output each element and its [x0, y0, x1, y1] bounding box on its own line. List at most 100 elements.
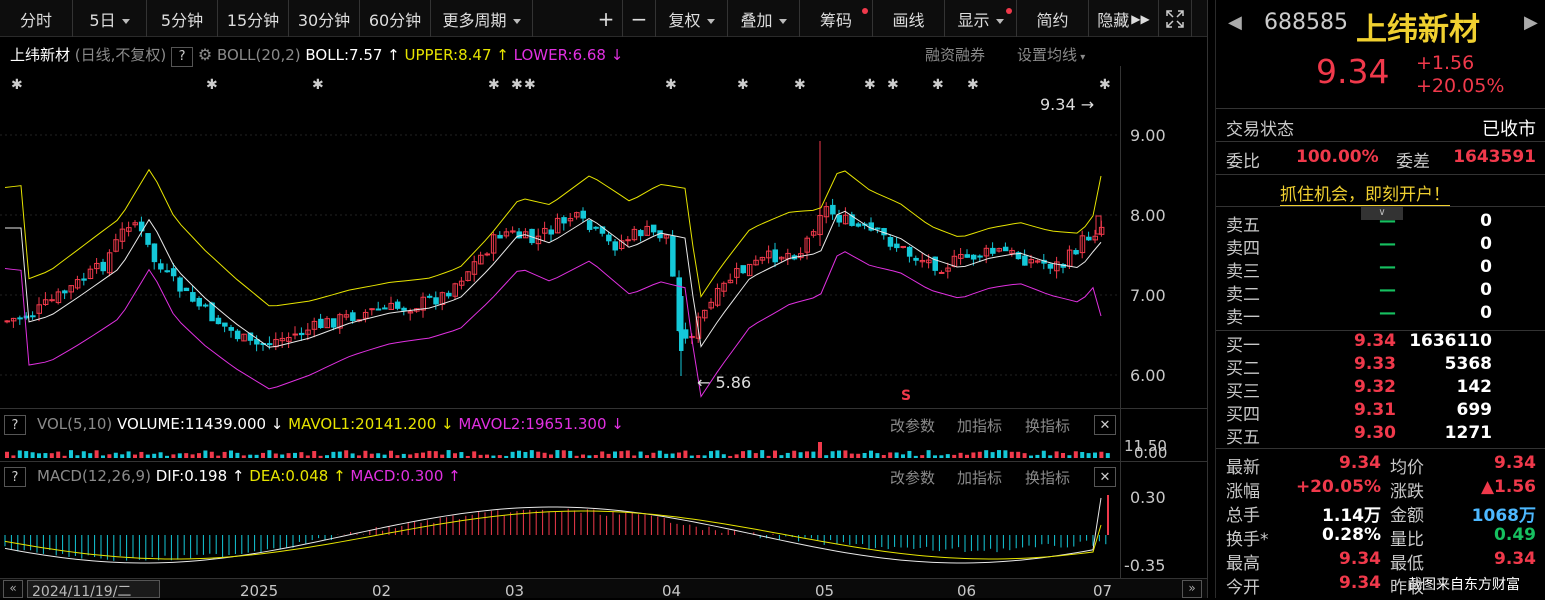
event-marker[interactable]: ✱: [864, 77, 876, 93]
event-marker[interactable]: ✱: [312, 77, 324, 93]
simple-button[interactable]: 简约: [1017, 0, 1089, 37]
volume-bar: [299, 452, 304, 458]
set-ma-button[interactable]: 设置均线 ▾: [1017, 44, 1085, 65]
hide-button[interactable]: 隐藏 ▶▶: [1089, 0, 1159, 37]
volume-bar: [728, 455, 733, 458]
ask-row-price: —: [1379, 234, 1396, 254]
volume-value: VOLUME:11439.000 ↓: [117, 415, 284, 433]
bid-row-label: 买四: [1226, 405, 1260, 425]
boll-value-text: BOLL:7.57: [305, 46, 383, 64]
volume-bar: [965, 454, 969, 458]
display-button[interactable]: 显示: [945, 0, 1017, 37]
zoom-in-button[interactable]: +: [590, 0, 623, 37]
event-marker[interactable]: ✱: [665, 77, 677, 93]
macd-indicator-name[interactable]: MACD(12,26,9): [37, 467, 151, 485]
open-account-link[interactable]: 抓住机会，即刻开户！: [1280, 180, 1450, 206]
stats-value: 9.34: [1339, 453, 1381, 473]
vol-switch-indicator-button[interactable]: 换指标: [1025, 415, 1070, 436]
volume-bar: [1067, 455, 1072, 458]
event-marker[interactable]: ✱: [967, 77, 979, 93]
panel-divider: [1207, 0, 1208, 598]
x-axis-label: 02: [372, 582, 392, 600]
period-15min[interactable]: 15分钟: [218, 0, 289, 37]
next-stock-icon[interactable]: ▶: [1524, 12, 1538, 33]
vol-add-indicator-button[interactable]: 加指标: [957, 415, 1002, 436]
candle-body: [830, 204, 836, 215]
period-60min[interactable]: 60分钟: [360, 0, 431, 37]
volume-bar: [158, 452, 163, 458]
event-marker[interactable]: ✱: [794, 77, 806, 93]
macd-close-icon[interactable]: ✕: [1094, 467, 1116, 487]
volume-bar: [753, 453, 758, 458]
period-5min[interactable]: 5分钟: [147, 0, 218, 37]
event-marker[interactable]: ✱: [932, 77, 944, 93]
volume-bar: [1099, 451, 1104, 458]
boll-indicator-name[interactable]: BOLL(20,2): [217, 46, 301, 64]
event-marker[interactable]: ✱: [887, 77, 899, 93]
fullscreen-button[interactable]: [1159, 0, 1192, 37]
bid-row-label: 买二: [1226, 359, 1260, 379]
scroll-right-icon[interactable]: »: [1182, 580, 1202, 598]
help-button[interactable]: ?: [171, 46, 194, 67]
period-5day[interactable]: 5日: [73, 0, 147, 37]
volume-bar: [689, 455, 694, 458]
vol-change-params-button[interactable]: 改参数: [890, 415, 935, 436]
volume-bar: [907, 450, 912, 458]
candle-body: [970, 254, 977, 260]
x-axis-label: 07: [1093, 582, 1113, 600]
volume-bar: [843, 450, 848, 458]
event-marker[interactable]: ✱: [1099, 77, 1111, 93]
candle-body: [1095, 215, 1102, 235]
event-marker[interactable]: ✱: [11, 77, 23, 93]
draw-line-button[interactable]: 画线: [873, 0, 945, 37]
overlay-button[interactable]: 叠加: [728, 0, 800, 37]
event-marker[interactable]: ✱: [488, 77, 500, 93]
volume-bar: [401, 453, 406, 458]
volume-bar: [94, 450, 99, 458]
zoom-out-button[interactable]: −: [623, 0, 656, 37]
event-marker[interactable]: ✱: [511, 77, 523, 93]
volume-bar: [657, 450, 662, 458]
macd-switch-indicator-button[interactable]: 换指标: [1025, 467, 1070, 488]
volume-bar: [5, 451, 9, 458]
volume-bar: [11, 455, 16, 458]
period-more[interactable]: 更多周期: [431, 0, 533, 37]
stock-code: 688585: [1264, 10, 1348, 35]
adjust-button[interactable]: 复权: [656, 0, 728, 37]
divider: [1216, 206, 1545, 207]
scroll-left-icon[interactable]: «: [3, 580, 23, 598]
candlestick-chart[interactable]: ✱ ✱ ✱ ✱ ✱ ✱ ✱ ✱ ✱ ✱ ✱ ✱ ✱ ✱: [0, 66, 1207, 408]
bid-row-price: 9.30: [1354, 423, 1396, 443]
volume-bar: [901, 454, 905, 458]
volume-bar: [824, 455, 829, 458]
macd-change-params-button[interactable]: 改参数: [890, 467, 935, 488]
volume-bar: [113, 452, 118, 458]
quote-panel: ◀ 688585 上纬新材 ▶ 9.34 +1.56 +20.05% 交易状态 …: [1215, 0, 1545, 598]
volume-bar: [849, 453, 854, 458]
vol-indicator-name[interactable]: VOL(5,10): [37, 415, 112, 433]
event-marker[interactable]: ✱: [206, 77, 218, 93]
volume-bar: [75, 455, 80, 458]
gear-icon[interactable]: ⚙: [198, 45, 212, 64]
period-30min[interactable]: 30分钟: [289, 0, 360, 37]
stats-label: 昨收: [1390, 578, 1424, 598]
margin-trading-link[interactable]: 融资融券: [925, 44, 985, 65]
chips-button[interactable]: 筹码: [800, 0, 873, 37]
x-axis-label: 04: [662, 582, 682, 600]
prev-stock-icon[interactable]: ◀: [1228, 12, 1242, 33]
x-axis-label: 03: [505, 582, 525, 600]
volume-bar: [600, 451, 605, 458]
vol-close-icon[interactable]: ✕: [1094, 415, 1116, 435]
candle-body: [164, 270, 170, 273]
macd-add-indicator-button[interactable]: 加指标: [957, 467, 1002, 488]
volume-bar: [529, 450, 534, 458]
period-timeshare[interactable]: 分时: [0, 0, 73, 37]
macd-axis-top: 0.30: [1130, 488, 1166, 507]
event-marker[interactable]: ✱: [737, 77, 749, 93]
event-marker[interactable]: ✱: [524, 77, 536, 93]
volume-bar: [702, 455, 707, 458]
macd-help-button[interactable]: ?: [4, 467, 26, 487]
candle-body: [369, 308, 375, 311]
vol-help-button[interactable]: ?: [4, 415, 26, 435]
volume-bar: [517, 450, 521, 458]
